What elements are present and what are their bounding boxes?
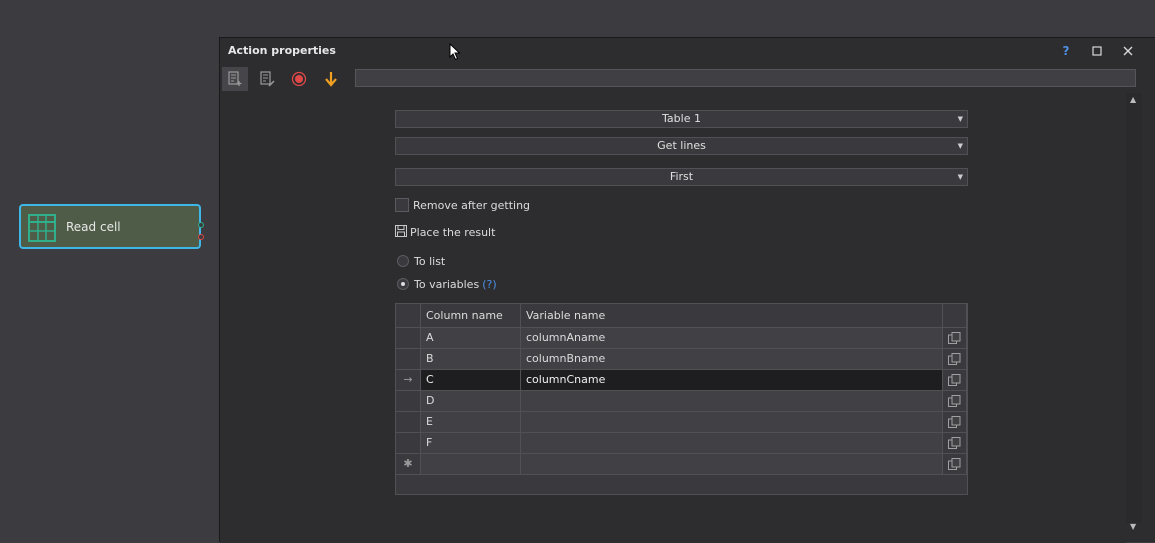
copy-icon — [948, 353, 961, 365]
action-name-input[interactable] — [355, 69, 1136, 87]
copy-button[interactable] — [943, 328, 967, 349]
add-action-button[interactable] — [222, 67, 248, 91]
copy-button[interactable] — [943, 370, 967, 391]
column-name-header[interactable]: Column name — [421, 304, 521, 328]
table-row[interactable]: E — [396, 412, 967, 433]
chevron-down-icon: ▼ — [957, 142, 963, 150]
table-icon — [28, 214, 56, 242]
node-label: Read cell — [66, 220, 121, 234]
dialog-title: Action properties — [228, 44, 336, 57]
row-header[interactable] — [396, 391, 421, 412]
record-button[interactable] — [286, 67, 312, 91]
maximize-icon — [1092, 46, 1102, 56]
column-name-cell[interactable]: F — [421, 433, 521, 454]
action-properties-dialog: Action properties ? Table 1 ▼ Get lines … — [219, 37, 1155, 543]
new-row[interactable]: ✱ — [396, 454, 967, 475]
operation-select-value: Get lines — [657, 139, 706, 152]
success-output-port[interactable] — [198, 222, 204, 228]
scroll-up-icon[interactable]: ▲ — [1130, 95, 1136, 104]
scroll-down-icon[interactable]: ▼ — [1130, 522, 1136, 531]
variable-name-cell[interactable] — [521, 412, 943, 433]
table-row[interactable]: A columnAname — [396, 328, 967, 349]
add-action-icon — [228, 71, 242, 86]
variable-name-cell[interactable]: columnBname — [521, 349, 943, 370]
new-column-name-cell[interactable] — [421, 454, 521, 475]
copy-icon — [948, 437, 961, 449]
new-variable-name-cell[interactable] — [521, 454, 943, 475]
move-down-icon — [325, 72, 337, 87]
remove-after-getting-label: Remove after getting — [413, 199, 531, 212]
to-variables-text: To variables — [414, 278, 480, 291]
variable-name-cell[interactable] — [521, 391, 943, 412]
to-list-radio[interactable] — [397, 255, 409, 267]
new-row-marker[interactable]: ✱ — [396, 454, 421, 475]
close-button[interactable] — [1119, 42, 1137, 60]
table-row[interactable]: F — [396, 433, 967, 454]
to-list-label: To list — [414, 255, 446, 268]
row-header[interactable] — [396, 433, 421, 454]
row-header[interactable] — [396, 328, 421, 349]
table-row[interactable]: B columnBname — [396, 349, 967, 370]
record-icon — [291, 71, 307, 87]
row-header[interactable] — [396, 412, 421, 433]
action-column-header — [943, 304, 967, 328]
chevron-down-icon: ▼ — [957, 115, 963, 123]
copy-icon — [948, 395, 961, 407]
edit-action-button[interactable] — [254, 67, 280, 91]
remove-after-getting-checkbox[interactable] — [395, 198, 409, 212]
close-icon — [1123, 46, 1133, 56]
operation-select[interactable]: Get lines ▼ — [395, 137, 968, 155]
variable-name-cell[interactable] — [521, 433, 943, 454]
copy-button[interactable] — [943, 454, 967, 475]
vertical-scrollbar[interactable]: ▲ ▼ — [1126, 93, 1142, 531]
to-variables-radio[interactable] — [397, 278, 409, 290]
help-button[interactable]: ? — [1057, 42, 1075, 60]
mouse-cursor-icon — [449, 43, 461, 61]
copy-icon — [948, 332, 961, 344]
column-name-cell[interactable]: C — [421, 370, 521, 391]
variable-name-cell[interactable]: columnCname — [521, 370, 943, 391]
table-row[interactable]: D — [396, 391, 967, 412]
to-variables-help-link[interactable]: (?) — [482, 278, 496, 291]
position-select[interactable]: First ▼ — [395, 168, 968, 186]
variable-name-cell[interactable]: columnAname — [521, 328, 943, 349]
table-select-value: Table 1 — [662, 112, 701, 125]
error-output-port[interactable] — [198, 234, 204, 240]
dialog-titlebar[interactable]: Action properties ? — [220, 38, 1155, 64]
save-icon — [395, 225, 407, 237]
column-name-cell[interactable]: B — [421, 349, 521, 370]
copy-button[interactable] — [943, 412, 967, 433]
grid-corner — [396, 304, 421, 328]
dialog-toolbar — [220, 65, 1155, 93]
properties-panel: Table 1 ▼ Get lines ▼ First ▼ Remove aft… — [220, 93, 1126, 543]
place-result-label: Place the result — [410, 226, 496, 239]
column-name-cell[interactable]: A — [421, 328, 521, 349]
position-select-value: First — [669, 170, 694, 183]
copy-icon — [948, 416, 961, 428]
edit-action-icon — [260, 71, 275, 87]
column-name-cell[interactable]: D — [421, 391, 521, 412]
action-node-read-cell[interactable]: Read cell — [19, 204, 201, 249]
variable-name-header[interactable]: Variable name — [521, 304, 943, 328]
chevron-down-icon: ▼ — [957, 173, 963, 181]
row-header[interactable] — [396, 349, 421, 370]
copy-icon — [948, 458, 961, 470]
copy-icon — [948, 374, 961, 386]
copy-button[interactable] — [943, 349, 967, 370]
copy-button[interactable] — [943, 391, 967, 412]
column-variable-grid: Column name Variable name A columnAname … — [395, 303, 968, 495]
maximize-button[interactable] — [1088, 42, 1106, 60]
table-select[interactable]: Table 1 ▼ — [395, 110, 968, 128]
table-row-current[interactable]: → C columnCname — [396, 370, 967, 391]
current-row-marker[interactable]: → — [396, 370, 421, 391]
column-name-cell[interactable]: E — [421, 412, 521, 433]
move-down-button[interactable] — [318, 67, 344, 91]
copy-button[interactable] — [943, 433, 967, 454]
to-variables-label: To variables (?) — [414, 278, 497, 291]
